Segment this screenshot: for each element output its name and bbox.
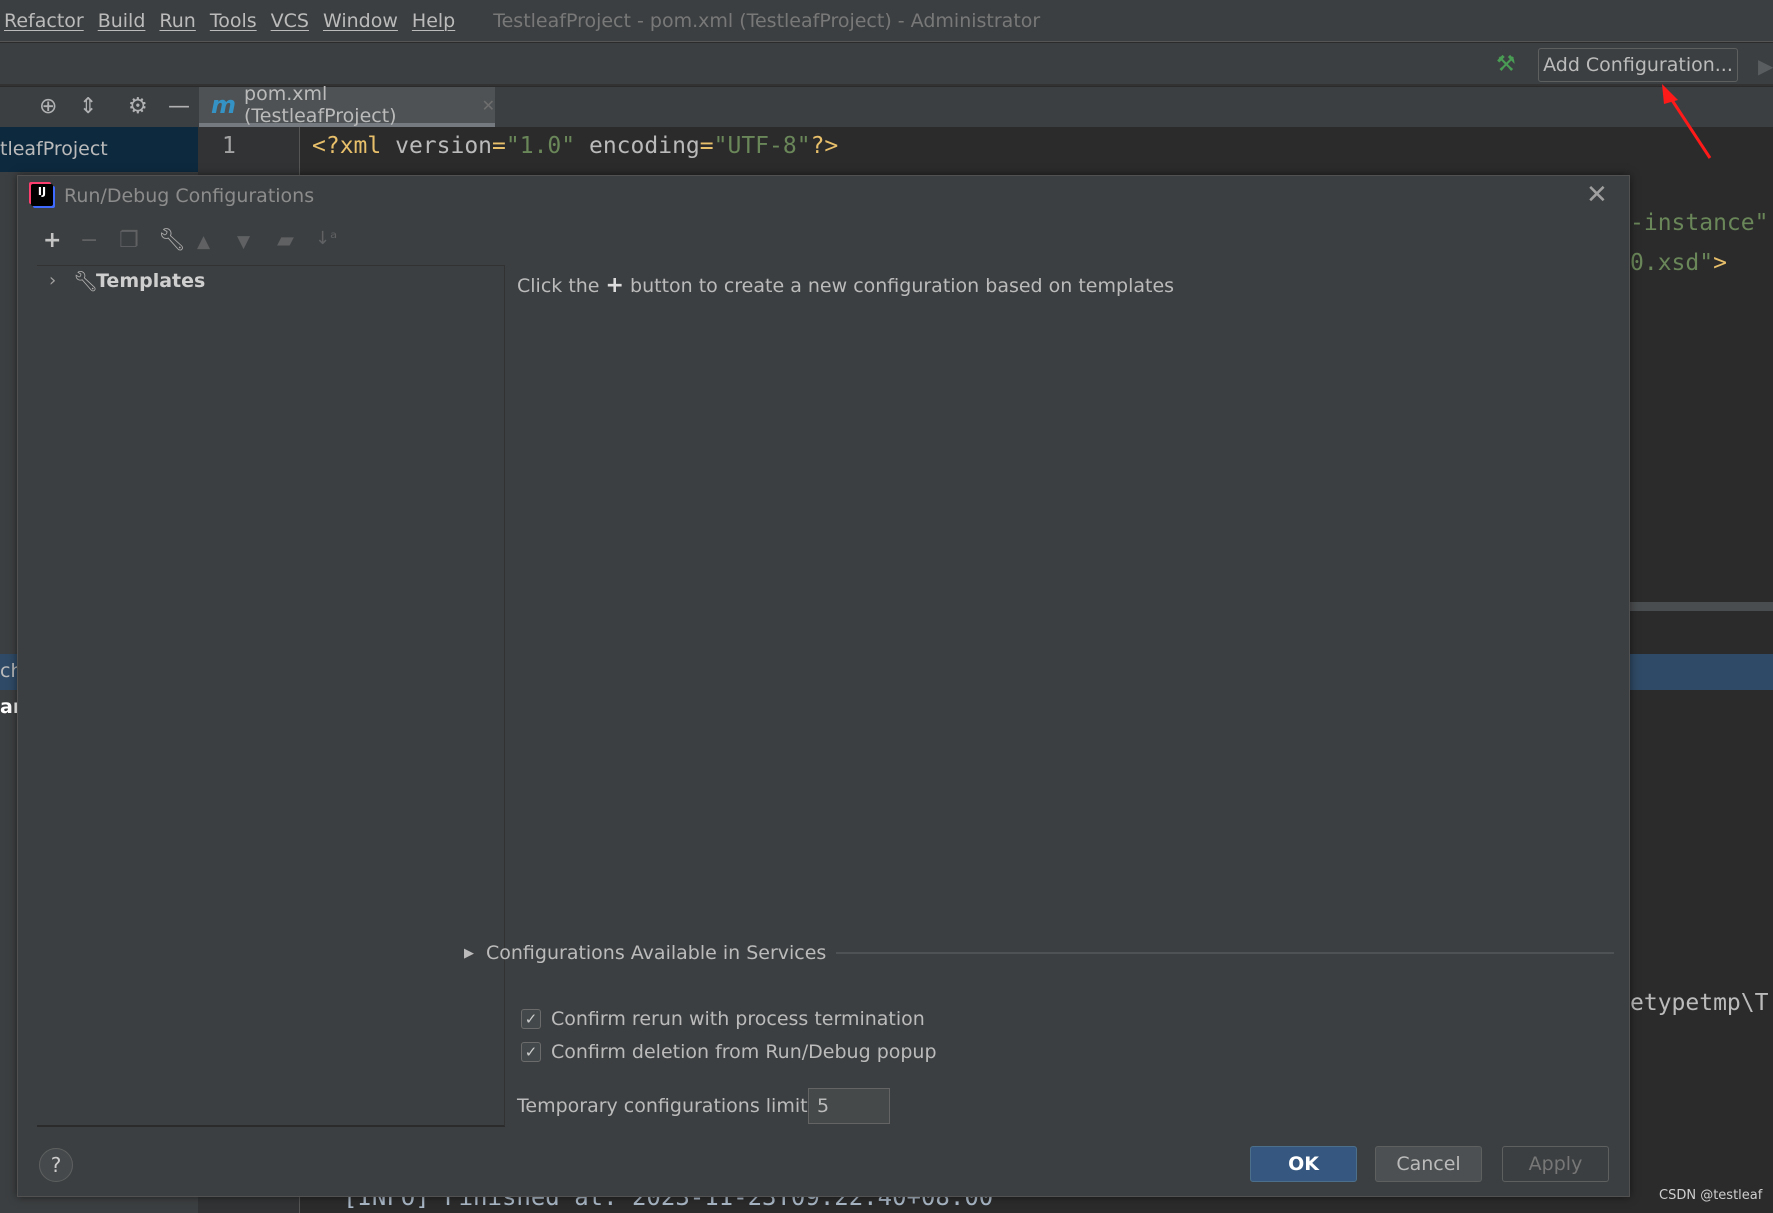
- cancel-button[interactable]: Cancel: [1375, 1146, 1482, 1182]
- code-token: "UTF-8": [713, 133, 811, 159]
- dialog-title: Run/Debug Configurations: [64, 185, 315, 207]
- hammer-icon[interactable]: ⚒: [1496, 52, 1516, 77]
- configuration-tree: › 🔧︎ Templates: [37, 265, 505, 1127]
- code-token: =: [699, 133, 714, 159]
- collapse-icon[interactable]: ⇕: [79, 94, 97, 119]
- window-title: TestleafProject - pom.xml (TestleafProje…: [493, 9, 1041, 32]
- code-fragment: -instance": [1630, 210, 1769, 236]
- watermark: CSDN @testleaf: [1659, 1188, 1763, 1203]
- services-section[interactable]: ▶ Configurations Available in Services: [464, 942, 1614, 964]
- wrench-icon[interactable]: 🔧︎: [158, 228, 186, 253]
- close-icon[interactable]: ✕: [1586, 180, 1608, 210]
- menu-tools[interactable]: Tools: [210, 10, 257, 32]
- checkbox-checked-icon[interactable]: ✓: [521, 1009, 541, 1029]
- code-token: ?>: [810, 133, 839, 159]
- help-button[interactable]: ?: [39, 1148, 73, 1182]
- triangle-right-icon[interactable]: ▶: [464, 946, 474, 961]
- add-configuration-button[interactable]: Add Configuration...: [1538, 48, 1738, 82]
- plus-icon: +: [605, 273, 624, 298]
- code-token: >: [1713, 250, 1727, 276]
- divider: [836, 952, 1614, 954]
- tab-pom-xml[interactable]: m pom.xml (TestleafProject) ✕: [199, 83, 495, 127]
- code-token: <?xml: [312, 133, 396, 159]
- code-line-1[interactable]: <?xml version="1.0" encoding="UTF-8"?>: [312, 133, 838, 159]
- temp-limit-input[interactable]: [808, 1088, 890, 1124]
- tree-item-templates[interactable]: › 🔧︎ Templates: [37, 266, 503, 298]
- menu-window[interactable]: Window: [323, 10, 398, 32]
- code-token: version: [395, 133, 493, 159]
- tab-label: pom.xml (TestleafProject): [244, 83, 397, 127]
- menu-build[interactable]: Build: [98, 10, 146, 32]
- code-token: encoding: [575, 133, 700, 159]
- gear-icon[interactable]: ⚙: [128, 94, 148, 119]
- menu-bar: Refactor Build Run Tools VCS Window Help…: [0, 0, 1773, 42]
- checkbox-checked-icon[interactable]: ✓: [521, 1042, 541, 1062]
- menu-vcs[interactable]: VCS: [271, 10, 309, 32]
- apply-button[interactable]: Apply: [1502, 1146, 1609, 1182]
- services-label: Configurations Available in Services: [486, 942, 827, 964]
- locate-icon[interactable]: ⊕: [39, 94, 57, 119]
- tree-item-label: Templates: [96, 270, 206, 292]
- checkbox-label: Confirm rerun with process termination: [551, 1008, 925, 1030]
- sort-icon[interactable]: ↓ᵃ: [315, 228, 337, 249]
- move-up-icon[interactable]: ▲: [197, 232, 210, 252]
- move-down-icon[interactable]: ▼: [237, 232, 250, 252]
- minimize-icon[interactable]: —: [168, 94, 190, 119]
- temp-limit-label: Temporary configurations limit:: [517, 1095, 814, 1117]
- code-token: "1.0": [505, 133, 576, 159]
- project-tree-root[interactable]: tleafProject: [0, 127, 198, 172]
- horizontal-scrollbar[interactable]: [1630, 602, 1773, 611]
- add-icon[interactable]: +: [43, 228, 61, 253]
- empty-hint: Click the + button to create a new confi…: [517, 273, 1174, 298]
- chevron-right-icon[interactable]: ›: [49, 270, 56, 291]
- copy-icon[interactable]: ❐: [119, 228, 139, 253]
- code-fragment: 0.xsd">: [1630, 250, 1727, 276]
- annotation-arrow: [1662, 84, 1712, 159]
- wrench-icon: 🔧︎: [73, 269, 99, 293]
- run-debug-configurations-dialog: IJ Run/Debug Configurations ✕ + − ❐ 🔧︎ ▲…: [17, 175, 1630, 1197]
- selected-row: [1630, 654, 1773, 690]
- menu-help[interactable]: Help: [412, 10, 455, 32]
- remove-icon[interactable]: −: [80, 228, 98, 253]
- intellij-app-icon: IJ: [31, 184, 53, 206]
- menu-run[interactable]: Run: [159, 10, 195, 32]
- console-fragment: etypetmp\T: [1630, 990, 1769, 1016]
- confirm-deletion-checkbox[interactable]: ✓ Confirm deletion from Run/Debug popup: [521, 1041, 937, 1063]
- ok-button[interactable]: OK: [1250, 1146, 1357, 1182]
- play-icon[interactable]: ▶: [1758, 54, 1773, 78]
- confirm-rerun-checkbox[interactable]: ✓ Confirm rerun with process termination: [521, 1008, 925, 1030]
- code-token: 0.xsd": [1630, 250, 1714, 276]
- line-number: 1: [222, 133, 236, 159]
- code-token: =: [492, 133, 506, 159]
- menu-refactor[interactable]: Refactor: [4, 10, 84, 32]
- hint-text: button to create a new configuration bas…: [623, 275, 1175, 297]
- hint-text: Click the: [517, 275, 606, 297]
- new-folder-icon[interactable]: ▰: [277, 228, 294, 253]
- maven-file-icon: m: [211, 91, 237, 119]
- checkbox-label: Confirm deletion from Run/Debug popup: [551, 1041, 937, 1063]
- close-tab-icon[interactable]: ✕: [482, 96, 495, 115]
